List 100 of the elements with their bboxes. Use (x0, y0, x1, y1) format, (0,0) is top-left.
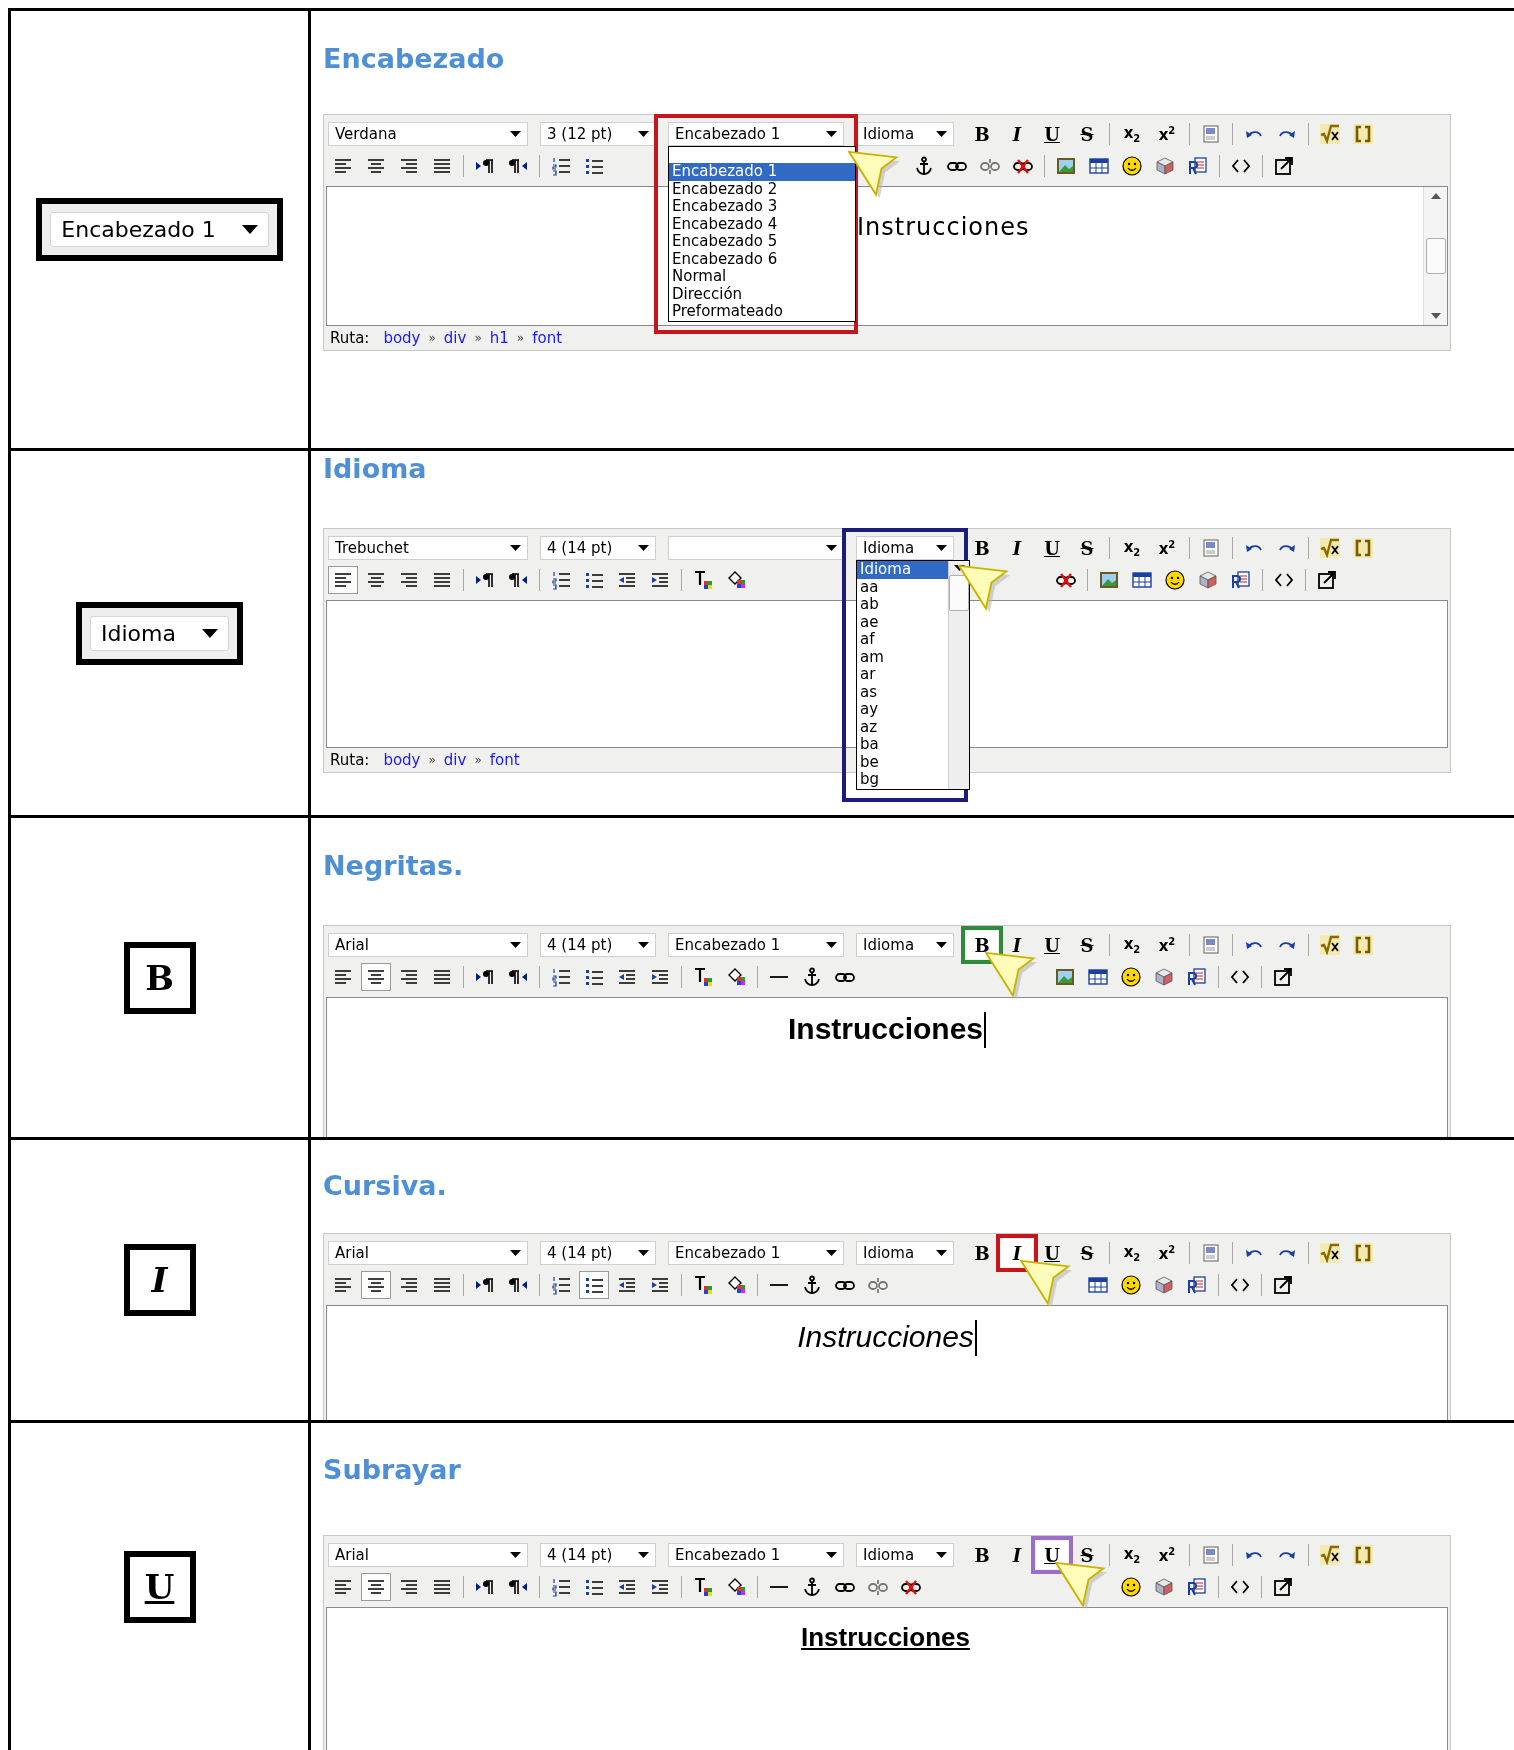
path-link[interactable]: body (383, 329, 421, 347)
toolbar-button[interactable] (579, 1271, 609, 1299)
document-icon[interactable] (1203, 1546, 1219, 1564)
superscript-button[interactable]: x$^{2}$ (1151, 1239, 1183, 1267)
dropdown-select[interactable]: Trebuchet (328, 536, 528, 560)
subscript-button[interactable]: x$_{2}$ (1116, 931, 1148, 959)
dropdown-select[interactable]: Idioma (856, 933, 954, 957)
editor-content[interactable]: Instrucciones (326, 997, 1448, 1137)
redo-icon[interactable] (1278, 940, 1296, 950)
strikethrough-button[interactable]: S (1071, 931, 1103, 959)
scrollbar-thumb[interactable] (1425, 238, 1446, 274)
bullet-list-icon (584, 571, 604, 589)
toolbar-button[interactable] (361, 963, 391, 991)
undo-icon[interactable] (1245, 129, 1263, 139)
bold-button[interactable]: B (966, 534, 998, 562)
path-link[interactable]: font (532, 329, 563, 347)
redo-icon[interactable] (1278, 1248, 1296, 1258)
strikethrough-button[interactable]: S (1071, 1239, 1103, 1267)
square-root-icon[interactable] (1320, 124, 1340, 144)
square-root-icon[interactable] (1320, 1243, 1340, 1263)
dropdown-select[interactable]: Arial (328, 1241, 528, 1265)
document-icon[interactable] (1203, 936, 1219, 954)
path-link[interactable]: font (489, 751, 520, 769)
redo-icon[interactable] (1278, 1550, 1296, 1560)
editor-content[interactable]: Instrucciones (326, 1305, 1448, 1420)
scrollbar-thumb[interactable] (949, 575, 969, 611)
redo-icon[interactable] (1278, 543, 1296, 553)
arrow-up-icon[interactable] (1430, 193, 1441, 199)
superscript-button[interactable]: x$^{2}$ (1151, 931, 1183, 959)
undo-icon[interactable] (1245, 940, 1263, 950)
align-center-icon (366, 1278, 386, 1292)
undo-icon[interactable] (1245, 1248, 1263, 1258)
strikethrough-button[interactable]: S (1071, 120, 1103, 148)
dropdown-select[interactable]: 4 (14 pt) (540, 536, 656, 560)
dropdown-select[interactable]: Encabezado 1 (668, 122, 844, 146)
dropdown-select[interactable]: Idioma (856, 1241, 954, 1265)
dropdown-select[interactable]: 3 (12 pt) (540, 122, 656, 146)
underline-button[interactable]: U (1036, 120, 1068, 148)
undo-icon[interactable] (1245, 543, 1263, 553)
indent-icon (650, 1278, 670, 1292)
document-icon[interactable] (1203, 539, 1219, 557)
dropdown-select[interactable]: Idioma (856, 536, 954, 560)
square-root-icon[interactable] (1320, 935, 1340, 955)
dropdown-select[interactable]: Arial (328, 933, 528, 957)
dropdown-select[interactable]: Encabezado 1 (668, 1241, 844, 1265)
italic-button[interactable]: I (1001, 120, 1033, 148)
redo-icon[interactable] (1278, 129, 1296, 139)
bold-button[interactable]: B (966, 1541, 998, 1569)
brackets-icon[interactable] (1353, 538, 1373, 558)
italic-button[interactable]: I (1001, 534, 1033, 562)
subscript-button[interactable]: x$_{2}$ (1116, 1541, 1148, 1569)
undo-icon[interactable] (1245, 1550, 1263, 1560)
underline-button[interactable]: U (1036, 534, 1068, 562)
path-link[interactable]: h1 (489, 329, 509, 347)
document-icon[interactable] (1203, 1244, 1219, 1262)
editor-content[interactable]: Instrucciones (326, 1607, 1448, 1750)
superscript-button[interactable]: x$^{2}$ (1151, 1541, 1183, 1569)
subscript-button[interactable]: x$_{2}$ (1116, 1239, 1148, 1267)
square-root-icon[interactable] (1320, 538, 1340, 558)
dropdown-option[interactable]: Encabezado 1 (669, 163, 855, 181)
subscript-button[interactable]: x$_{2}$ (1116, 120, 1148, 148)
dropdown-option[interactable]: Idioma (857, 561, 948, 579)
fill-color-icon (726, 1578, 746, 1596)
toolbar-button[interactable] (361, 1573, 391, 1601)
arrow-down-icon[interactable] (1430, 313, 1441, 319)
dropdown-select[interactable]: Encabezado 1 (668, 1543, 844, 1567)
dropdown-select[interactable]: Encabezado 1 (668, 933, 844, 957)
strikethrough-button[interactable]: S (1071, 534, 1103, 562)
heading-text: Instrucciones (800, 1622, 972, 1654)
bold-button[interactable]: B (966, 1239, 998, 1267)
underline-button[interactable]: U (1036, 931, 1068, 959)
text-color-icon (693, 1577, 713, 1597)
document-icon[interactable] (1203, 125, 1219, 143)
text-color-icon (693, 1275, 713, 1295)
scrollbar[interactable] (1423, 187, 1447, 325)
path-link[interactable]: body (383, 751, 421, 769)
superscript-button[interactable]: x$^{2}$ (1151, 534, 1183, 562)
toolbar-button[interactable] (328, 566, 358, 594)
square-root-icon[interactable] (1320, 1545, 1340, 1565)
numbered-list-icon (551, 1577, 571, 1597)
scrollbar[interactable] (948, 561, 969, 789)
bold-button[interactable]: B (966, 120, 998, 148)
dropdown-select[interactable]: 4 (14 pt) (540, 1543, 656, 1567)
subscript-button[interactable]: x$_{2}$ (1116, 534, 1148, 562)
dropdown-select[interactable]: Idioma (856, 1543, 954, 1567)
path-link[interactable]: div (443, 751, 467, 769)
dropdown-select[interactable]: 4 (14 pt) (540, 1241, 656, 1265)
superscript-button[interactable]: x$^{2}$ (1151, 120, 1183, 148)
toolbar-button[interactable] (361, 1271, 391, 1299)
italic-button[interactable]: I (1001, 1541, 1033, 1569)
brackets-icon[interactable] (1353, 1243, 1373, 1263)
justify-icon (432, 1278, 452, 1292)
brackets-icon[interactable] (1353, 1545, 1373, 1565)
dropdown-select[interactable]: 4 (14 pt) (540, 933, 656, 957)
path-link[interactable]: div (443, 329, 467, 347)
dropdown-select[interactable]: Idioma (856, 122, 954, 146)
brackets-icon[interactable] (1353, 124, 1373, 144)
dropdown-select[interactable]: Arial (328, 1543, 528, 1567)
brackets-icon[interactable] (1353, 935, 1373, 955)
dropdown-select[interactable]: Verdana (328, 122, 528, 146)
